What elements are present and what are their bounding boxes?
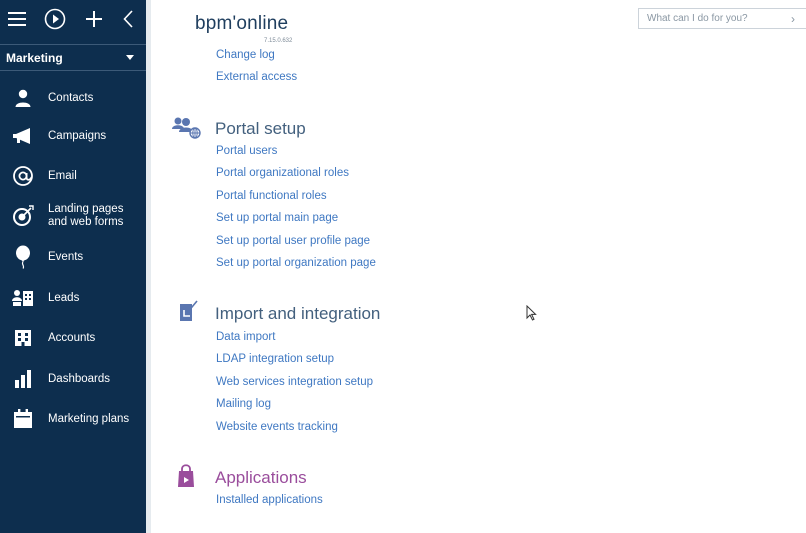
search-input[interactable]: [639, 12, 789, 25]
link-portal-organization-page[interactable]: Set up portal organization page: [216, 257, 376, 269]
link-portal-user-profile-page[interactable]: Set up portal user profile page: [216, 235, 370, 247]
mouse-cursor-icon: [526, 304, 537, 326]
sidebar-item-label: Marketing plans: [48, 412, 130, 425]
link-portal-main-page[interactable]: Set up portal main page: [216, 212, 338, 224]
app-version: 7.15.0.632: [264, 38, 293, 44]
link-external-access[interactable]: External access: [216, 71, 297, 83]
sidebar-item-accounts[interactable]: Accounts: [0, 320, 146, 356]
section-title-portal-setup: Portal setup: [215, 119, 306, 138]
import-icon: [171, 300, 201, 326]
sidebar-item-label: Landing pages and web forms: [48, 203, 124, 228]
app-logo: bpm'online: [195, 13, 289, 34]
building-icon: [10, 325, 36, 351]
sidebar-item-label: Campaigns: [48, 129, 107, 142]
sidebar-item-marketing-plans[interactable]: Marketing plans: [0, 401, 146, 437]
menu-icon[interactable]: [6, 7, 28, 31]
link-portal-users[interactable]: Portal users: [216, 145, 277, 157]
section-title-applications: Applications: [215, 468, 307, 487]
leads-icon: [10, 285, 36, 311]
sidebar-item-leads[interactable]: Leads: [0, 280, 146, 316]
link-mailing-log[interactable]: Mailing log: [216, 398, 271, 410]
link-change-log[interactable]: Change log: [216, 49, 275, 61]
sidebar-item-landing-pages[interactable]: Landing pages and web forms: [0, 198, 146, 234]
sidebar-item-events[interactable]: Events: [0, 239, 146, 275]
sidebar: Marketing Contacts Campaigns Email Landi…: [0, 0, 146, 533]
sidebar-item-label: Contacts: [48, 91, 94, 104]
chevron-right-icon[interactable]: ›: [791, 12, 795, 26]
plus-icon[interactable]: [84, 7, 104, 31]
target-icon: [10, 203, 36, 229]
sidebar-item-label: Dashboards: [48, 372, 111, 385]
balloon-icon: [10, 244, 36, 270]
bar-chart-icon: [10, 366, 36, 392]
sidebar-item-label: Leads: [48, 291, 80, 304]
play-icon[interactable]: [43, 7, 67, 31]
sidebar-item-label: Events: [48, 250, 84, 263]
sidebar-item-label: Email: [48, 169, 77, 182]
megaphone-icon: [10, 123, 36, 149]
link-portal-functional-roles[interactable]: Portal functional roles: [216, 190, 327, 202]
workspace-label: Marketing: [6, 50, 63, 65]
chevron-left-icon[interactable]: [120, 7, 136, 31]
link-installed-applications[interactable]: Installed applications: [216, 494, 323, 506]
sidebar-item-contacts[interactable]: Contacts: [0, 80, 146, 116]
applications-bag-icon: [171, 464, 201, 490]
workspace-select[interactable]: Marketing: [0, 44, 146, 71]
sidebar-item-campaigns[interactable]: Campaigns: [0, 118, 146, 154]
portal-users-icon: [171, 116, 201, 142]
sidebar-item-label: Accounts: [48, 331, 96, 344]
sidebar-item-email[interactable]: Email: [0, 158, 146, 194]
at-sign-icon: [10, 163, 36, 189]
link-ldap-integration-setup[interactable]: LDAP integration setup: [216, 353, 334, 365]
sidebar-divider: [146, 0, 151, 533]
link-web-services-integration[interactable]: Web services integration setup: [216, 376, 373, 388]
link-data-import[interactable]: Data import: [216, 331, 275, 343]
calendar-icon: [10, 406, 36, 432]
sidebar-topbar: [0, 0, 146, 40]
contact-person-icon: [10, 85, 36, 111]
link-portal-organizational-roles[interactable]: Portal organizational roles: [216, 167, 349, 179]
link-website-events-tracking[interactable]: Website events tracking: [216, 421, 338, 433]
chevron-down-icon: [126, 55, 134, 60]
section-title-import-integration: Import and integration: [215, 304, 381, 323]
command-line: ›: [638, 8, 806, 29]
sidebar-item-dashboards[interactable]: Dashboards: [0, 361, 146, 397]
